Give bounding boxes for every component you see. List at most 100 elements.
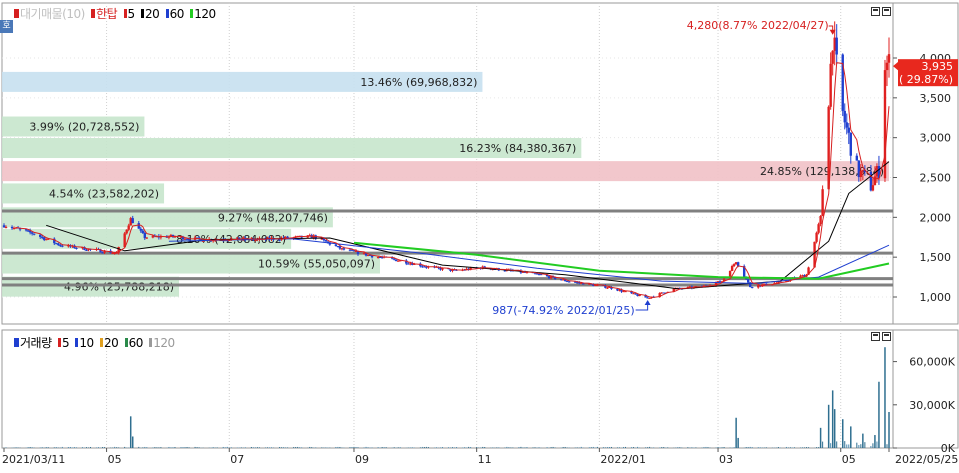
legend-vma5-label: 5 (61, 336, 70, 350)
candle (638, 294, 641, 297)
x-axis-label: 09 (355, 453, 369, 466)
candle (57, 243, 60, 246)
candle (201, 240, 205, 242)
candle (648, 297, 651, 299)
candle (2, 225, 6, 228)
legend-square-icon (141, 9, 145, 18)
price-pane-minimize-button[interactable] (871, 7, 880, 16)
candle (829, 63, 832, 107)
candle (815, 232, 818, 242)
candle (342, 248, 346, 250)
candle (334, 244, 338, 247)
volume-profile-label: 4.54% (23,582,202) (49, 187, 159, 200)
candle (859, 170, 863, 178)
candle (843, 110, 846, 123)
candle (887, 54, 891, 63)
legend-square-icon (149, 338, 153, 347)
candle (845, 122, 848, 128)
pin-label: 호 (2, 21, 11, 31)
legend-vma60-label: 60 (128, 336, 144, 350)
legend-square-icon (190, 9, 194, 18)
candle (567, 281, 571, 283)
candle (855, 155, 859, 161)
volume-legend: 거래량 5 10 20 60 120 (14, 334, 176, 351)
volume-axis-label: 30,000K (909, 399, 955, 412)
candle (30, 232, 34, 234)
legend-square-icon (124, 338, 128, 347)
volume-profile-label: 10.59% (55,050,097) (258, 258, 375, 271)
legend-stock-label: 한탑 (96, 7, 118, 21)
candle (393, 258, 396, 260)
candle (871, 185, 875, 191)
price-axis-label: 3,000 (920, 132, 952, 145)
legend-square-icon (123, 9, 127, 18)
candle (137, 223, 140, 229)
candle (125, 229, 128, 234)
high-price-annotation: 4,280(8.77% 2022/04/27) (687, 19, 829, 32)
candle (819, 216, 822, 225)
candle (145, 237, 149, 239)
candle (4, 226, 8, 228)
volume-pane-minimize-button[interactable] (871, 332, 880, 341)
candle (847, 127, 850, 133)
legend-square-icon (57, 338, 61, 347)
price-axis-label: 2,000 (920, 211, 952, 224)
candle (747, 279, 750, 283)
x-axis-label: 03 (719, 453, 733, 466)
x-axis-label: 2021/03/11 (2, 453, 65, 466)
volume-profile-label: 9.27% (48,207,746) (218, 211, 328, 224)
legend-profile-label: 대기매물(10) (20, 7, 85, 21)
candle (751, 287, 754, 289)
chart-canvas: 13.46% (69,968,832) 3.99% (20,728,552) 16.… (1, 2, 959, 466)
candle (873, 176, 877, 186)
candle (39, 234, 42, 237)
candle (141, 230, 144, 234)
volume-axis-label: 60,000K (909, 356, 955, 369)
legend-volume-label: 거래량 (20, 336, 52, 350)
volume-pane-close-button[interactable] (882, 332, 891, 341)
candle (324, 240, 328, 242)
low-price-annotation: 987(-74.92% 2022/01/25) (492, 304, 634, 317)
candle (278, 239, 281, 241)
legend-square-icon (14, 9, 19, 18)
x-axis-label: 2022/05/25 (895, 453, 958, 466)
current-price-change: ( 29.87%) (899, 73, 953, 86)
price-axis-label: 2,500 (920, 172, 952, 185)
x-axis-label: 2022/01 (600, 453, 646, 466)
x-axis-label: 05 (842, 453, 856, 466)
candle (849, 132, 852, 156)
legend-square-icon (165, 9, 169, 18)
volume-profile-label: 13.46% (69,968,832) (360, 76, 477, 89)
candle (831, 50, 834, 64)
x-axis-label: 05 (108, 453, 122, 466)
pin-button[interactable]: 호 (0, 20, 13, 33)
price-legend: 대기매물(10) 한탑 5 20 60 120 (14, 5, 217, 22)
price-pane-close-button[interactable] (882, 7, 891, 16)
price-axis-label: 1,500 (920, 251, 952, 264)
price-axis-label: 1,000 (920, 291, 952, 304)
legend-vma10-label: 10 (79, 336, 94, 350)
candle (61, 245, 64, 247)
x-axis-label: 07 (230, 453, 244, 466)
legend-ma60-label: 60 (169, 7, 185, 21)
volume-profile-label: 16.23% (84,380,367) (459, 142, 576, 155)
current-price-value: 3,935 (922, 60, 954, 73)
legend-ma20-label: 20 (145, 7, 160, 21)
candle (732, 264, 736, 267)
volume-profile-label: 4.96% (25,788,218) (64, 281, 174, 294)
legend-ma120-label: 120 (194, 7, 216, 21)
candle (139, 228, 142, 231)
x-axis-label: 11 (478, 453, 492, 466)
candle (143, 233, 146, 239)
legend-square-icon (91, 9, 96, 18)
legend-ma5-label: 5 (127, 7, 136, 21)
candle (730, 266, 734, 271)
price-axis-label: 3,500 (920, 92, 952, 105)
chart-window: 13.46% (69,968,832) 3.99% (20,728,552) 16.… (0, 0, 959, 469)
volume-profile-bar (2, 161, 889, 182)
candle (75, 248, 78, 250)
volume-axis-pane (892, 329, 959, 449)
candle (885, 62, 889, 71)
candle (883, 70, 887, 179)
legend-vma20-label: 20 (104, 336, 119, 350)
